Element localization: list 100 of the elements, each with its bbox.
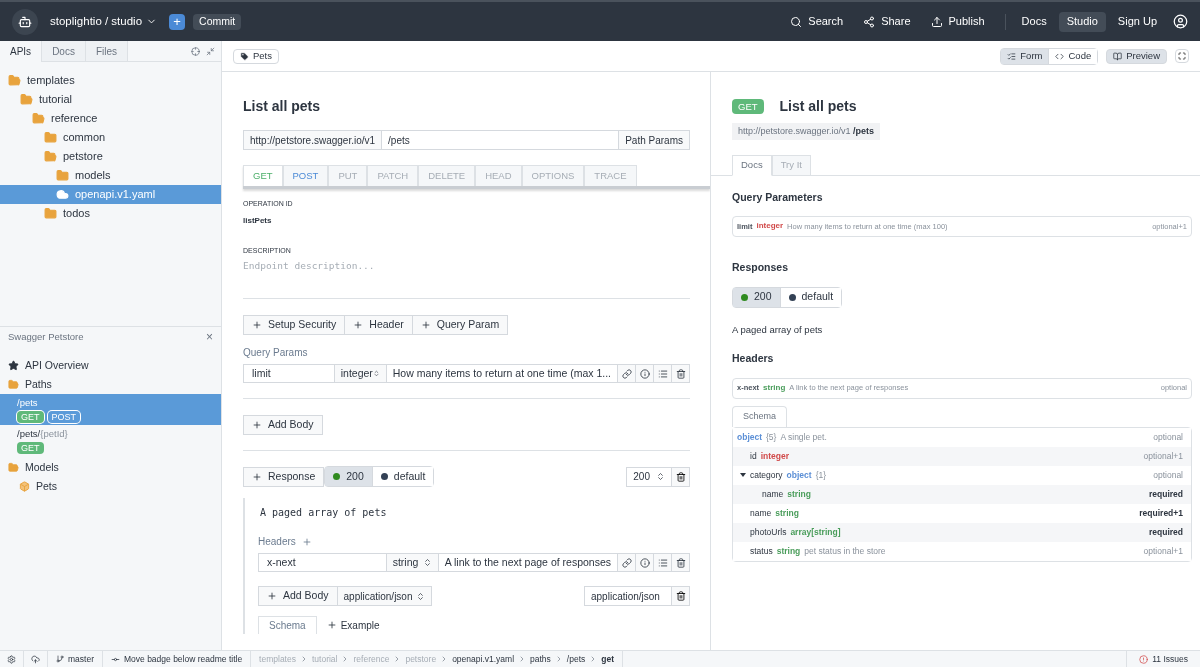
method-tab[interactable]: POST bbox=[282, 165, 329, 186]
response-tab[interactable]: 200 bbox=[325, 467, 372, 486]
property-type: object bbox=[737, 430, 763, 444]
response-description: A paged array of pets bbox=[732, 322, 824, 337]
property-name: name bbox=[750, 506, 772, 520]
collapse-icon[interactable] bbox=[206, 46, 215, 56]
endpoint-title: List all pets bbox=[243, 97, 322, 116]
requirement-label: optional+1 bbox=[1143, 544, 1183, 558]
preview-button[interactable]: Preview bbox=[1106, 48, 1167, 64]
view-toggle[interactable]: Code bbox=[1048, 48, 1098, 64]
property-name: name bbox=[762, 487, 784, 501]
branch-button[interactable]: master bbox=[48, 651, 103, 667]
property-type: string bbox=[775, 506, 799, 520]
nav-link[interactable]: Docs bbox=[1013, 11, 1055, 32]
sort-icon bbox=[416, 591, 426, 601]
sidebar-tab[interactable]: Docs bbox=[42, 41, 86, 61]
project-menu[interactable]: stoplightio / studio bbox=[50, 12, 158, 31]
commit-message[interactable]: Move badge below readme title bbox=[103, 651, 252, 667]
method-badge: POST bbox=[47, 411, 81, 424]
model-item[interactable]: Pets bbox=[36, 478, 57, 495]
settings-icon bbox=[7, 654, 16, 664]
view-toggle[interactable]: Form bbox=[1001, 48, 1049, 64]
breadcrumb[interactable]: openapi.v1.yaml bbox=[452, 652, 515, 666]
folder-icon bbox=[8, 379, 19, 390]
add-button[interactable]: Header bbox=[344, 315, 413, 335]
section-label: Query Params bbox=[243, 346, 309, 360]
outline-item[interactable]: Paths bbox=[25, 376, 52, 393]
breadcrumb[interactable]: paths bbox=[530, 652, 551, 666]
breadcrumb[interactable]: get bbox=[601, 652, 614, 666]
property-name: status bbox=[750, 544, 773, 558]
nav-button[interactable]: Share bbox=[863, 13, 911, 30]
plus-icon bbox=[252, 320, 262, 330]
caret-icon[interactable] bbox=[740, 472, 746, 478]
response-description: A paged array of pets bbox=[259, 506, 388, 520]
description-field[interactable]: Endpoint description... bbox=[243, 259, 690, 281]
plus-icon bbox=[353, 320, 364, 330]
add-button[interactable]: + bbox=[169, 13, 186, 30]
branch-icon bbox=[56, 655, 64, 663]
nav-link[interactable]: Sign Up bbox=[1109, 11, 1165, 32]
fullscreen-icon bbox=[1178, 52, 1186, 60]
requirement-label: optional bbox=[1153, 468, 1183, 482]
preview-tab[interactable]: Docs bbox=[732, 155, 772, 176]
file-tree-item[interactable]: models bbox=[0, 166, 221, 185]
nav-button[interactable]: Search bbox=[790, 13, 844, 30]
property-name: category bbox=[750, 468, 783, 482]
parameter-type: integer bbox=[756, 220, 784, 233]
add-body-button[interactable]: Add Body bbox=[258, 586, 338, 606]
close-button[interactable]: × bbox=[206, 331, 213, 343]
file-tree-item[interactable]: tutorial bbox=[0, 90, 221, 109]
add-response-button[interactable]: Response bbox=[243, 466, 325, 487]
sidebar-tab[interactable]: Files bbox=[85, 41, 129, 61]
sidebar-tab[interactable]: APIs bbox=[0, 41, 43, 62]
commit-button[interactable]: Commit bbox=[193, 13, 242, 30]
body-tab[interactable]: Example bbox=[316, 616, 390, 634]
code-icon bbox=[1055, 51, 1065, 61]
fullscreen-button[interactable] bbox=[1175, 49, 1189, 63]
add-button[interactable]: Query Param bbox=[411, 315, 509, 335]
path-item[interactable]: /pets/{petId} GET bbox=[0, 425, 221, 456]
tag-chip[interactable]: Pets bbox=[233, 48, 279, 64]
section-label: Headers bbox=[258, 535, 296, 549]
response-tab[interactable]: default bbox=[779, 287, 842, 307]
property-type: integer bbox=[760, 449, 789, 463]
add-body-button[interactable]: Add Body bbox=[243, 415, 323, 435]
method-badge: GET bbox=[17, 411, 44, 424]
checklist-icon bbox=[1007, 51, 1017, 61]
property-name: photoUrls bbox=[750, 525, 787, 539]
breadcrumb[interactable]: /pets bbox=[566, 652, 586, 666]
plus-icon bbox=[252, 420, 262, 430]
search-icon bbox=[790, 15, 803, 28]
upload-icon bbox=[930, 15, 943, 28]
schema-tab[interactable]: Schema bbox=[732, 405, 788, 427]
requirement-label: optional bbox=[1153, 430, 1183, 444]
file-tree-item[interactable]: petstore bbox=[0, 147, 221, 166]
nav-button[interactable]: Publish bbox=[930, 13, 985, 30]
response-tab[interactable]: 200 bbox=[733, 287, 780, 307]
plus-icon bbox=[420, 320, 431, 330]
plus-icon bbox=[326, 620, 337, 630]
issues-button[interactable]: 11 Issues bbox=[1126, 651, 1200, 667]
outline-title: Swagger Petstore bbox=[8, 329, 84, 344]
file-tree-item[interactable]: reference bbox=[0, 109, 221, 128]
file-tree-item[interactable]: todos bbox=[0, 204, 221, 223]
file-tree-item[interactable]: templates bbox=[0, 71, 221, 90]
cube-icon bbox=[19, 481, 30, 492]
add-button[interactable]: Setup Security bbox=[243, 315, 346, 335]
outline-item[interactable]: Models bbox=[25, 459, 59, 476]
add-icon[interactable] bbox=[301, 536, 312, 547]
tag-icon bbox=[240, 51, 249, 61]
response-tab[interactable]: default bbox=[371, 467, 434, 486]
body-tab[interactable]: Schema bbox=[258, 616, 317, 634]
section-heading: Query Parameters bbox=[732, 190, 824, 205]
media-type-select[interactable]: application/json bbox=[336, 586, 433, 606]
file-tree-item[interactable]: common bbox=[0, 128, 221, 147]
outline-item[interactable]: API Overview bbox=[25, 357, 89, 374]
property-type: string bbox=[787, 487, 811, 501]
cloud-icon bbox=[56, 188, 69, 201]
locate-icon[interactable] bbox=[191, 46, 200, 56]
operation-id-field[interactable]: listPets bbox=[243, 214, 690, 227]
user-avatar-icon[interactable] bbox=[1173, 14, 1188, 29]
nav-link[interactable]: Studio bbox=[1058, 11, 1106, 32]
endpoint-title: List all pets bbox=[779, 97, 857, 116]
